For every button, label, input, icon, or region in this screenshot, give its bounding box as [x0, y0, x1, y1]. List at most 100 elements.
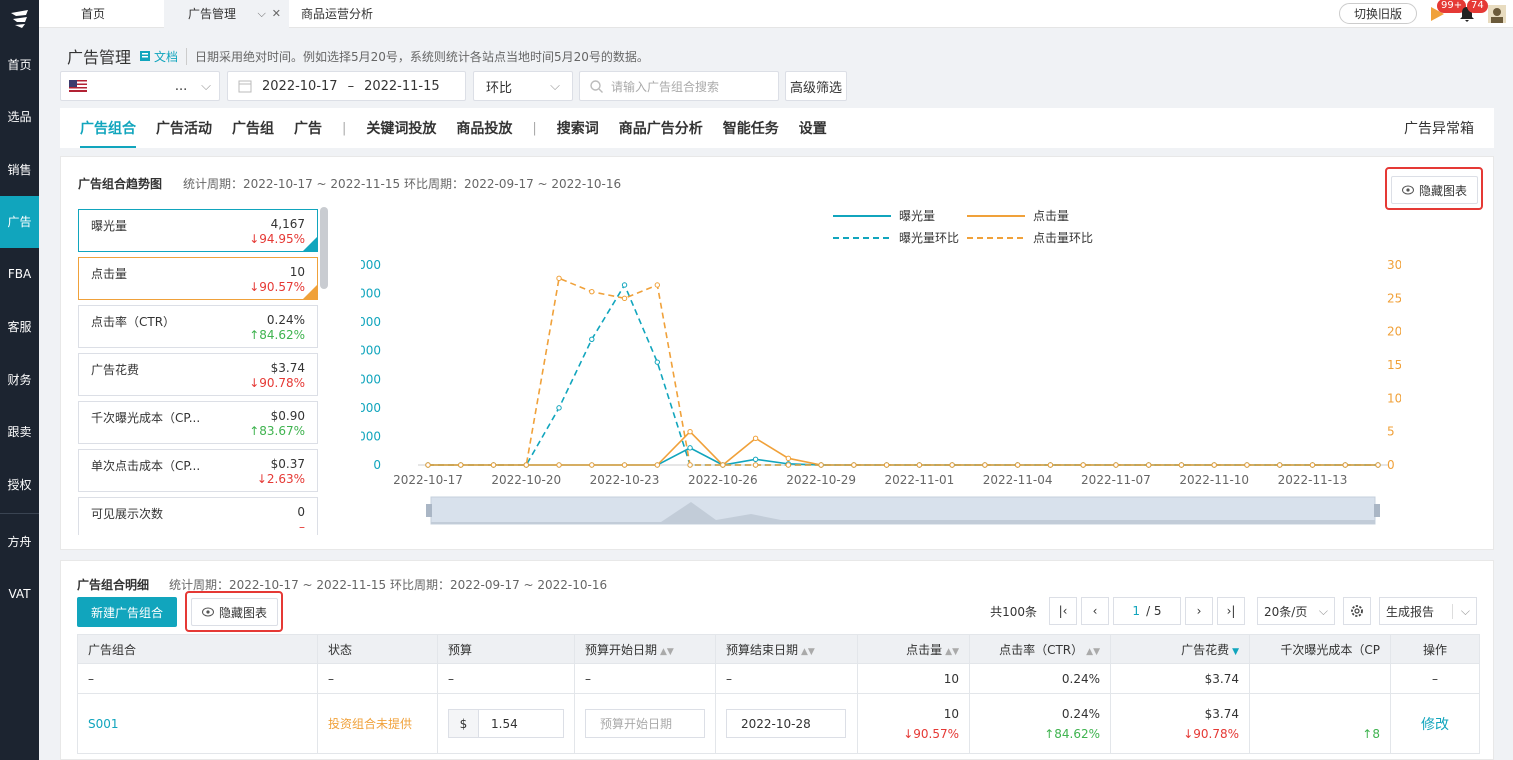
metric-card[interactable]: 广告花费 $3.74 ↓90.78%: [78, 353, 318, 396]
chevron-down-icon[interactable]: ⌵: [257, 7, 265, 21]
nav-tab-9[interactable]: 设置: [799, 108, 827, 148]
tab-ad-management[interactable]: 广告管理 ⌵ ✕: [164, 0, 289, 28]
metric-card[interactable]: 曝光量 4,167 ↓94.95%: [78, 209, 318, 252]
data-point: [851, 462, 857, 468]
metric-name: 单次点击成本（CP...: [91, 459, 201, 473]
row-cpm: [1260, 707, 1380, 721]
tab-home[interactable]: 首页: [39, 0, 164, 28]
metric-card[interactable]: 可见展示次数 0–: [78, 497, 318, 535]
sidebar-item-items-1[interactable]: 选品: [0, 91, 39, 144]
col-clicks[interactable]: 点击量 ▲▼: [857, 634, 970, 664]
metric-scrollbar[interactable]: [320, 207, 328, 289]
search-input[interactable]: 请输入广告组合搜索: [579, 71, 779, 101]
message-badge: 74: [1467, 0, 1488, 13]
date-start: 2022-10-17: [262, 78, 338, 94]
hide-chart-button[interactable]: 隐藏图表: [191, 598, 279, 626]
compare-select[interactable]: 环比 ⌵: [473, 71, 573, 101]
metric-name: 千次曝光成本（CP...: [91, 411, 201, 425]
sidebar-item-items-2[interactable]: 销售: [0, 143, 39, 196]
advanced-filter-button[interactable]: 高级筛选: [785, 71, 847, 101]
metric-value: 0.24%: [266, 313, 305, 327]
portfolio-name-link[interactable]: S001: [88, 717, 119, 731]
eye-icon: [1402, 185, 1414, 195]
chevron-down-icon: ⌵: [201, 78, 211, 94]
metric-card[interactable]: 点击率（CTR） 0.24% ↑84.62%: [78, 305, 318, 348]
sidebar-item-items-4[interactable]: FBA: [0, 248, 39, 301]
summary-cell: –: [317, 663, 438, 694]
nav-tab-3[interactable]: 广告: [294, 108, 322, 148]
close-icon[interactable]: ✕: [272, 7, 281, 21]
bell-icon[interactable]: 74: [1457, 0, 1488, 24]
trend-title: 广告组合趋势图: [78, 177, 163, 191]
summary-cell: –: [77, 663, 318, 694]
metric-name: 曝光量: [91, 219, 128, 233]
sidebar-item-items-8[interactable]: 授权: [0, 458, 39, 511]
doc-link[interactable]: 文档: [139, 48, 178, 65]
budget-start-input[interactable]: 预算开始日期: [585, 709, 705, 738]
nav-tab-8[interactable]: 智能任务: [723, 108, 779, 148]
switch-old-version-button[interactable]: 切换旧版: [1338, 3, 1417, 24]
col-spend[interactable]: 广告花费 ▼: [1110, 634, 1250, 664]
sidebar-divider: [0, 512, 39, 514]
app-logo[interactable]: [0, 0, 39, 38]
data-point: [556, 405, 562, 411]
sidebar-item-extra-1[interactable]: VAT: [0, 568, 39, 621]
y-right-tick-label: 5: [1387, 425, 1395, 439]
chevron-down-icon: ⌵: [1318, 603, 1328, 618]
avatar[interactable]: [1487, 4, 1507, 24]
date-range-picker[interactable]: 2022-10-17 – 2022-11-15: [227, 71, 466, 101]
play-icon[interactable]: 99+: [1427, 0, 1467, 24]
generate-report-button[interactable]: 生成报告 ⌵: [1379, 597, 1477, 625]
sidebar-item-extra-0[interactable]: 方舟: [0, 516, 39, 569]
data-point: [589, 462, 595, 468]
row-cpm-change: ↑8: [1362, 726, 1380, 741]
budget-end-input[interactable]: 2022-10-28: [726, 709, 846, 738]
next-page-button[interactable]: ›: [1185, 597, 1213, 625]
page-size-select[interactable]: 20条/页 ⌵: [1257, 597, 1335, 625]
first-page-button[interactable]: |‹: [1049, 597, 1077, 625]
gear-icon[interactable]: [1343, 597, 1371, 625]
store-select[interactable]: ... ⌵: [60, 71, 220, 101]
new-portfolio-button[interactable]: 新建广告组合: [77, 597, 178, 627]
nav-tab-4[interactable]: 关键词投放: [366, 108, 436, 148]
budget-input[interactable]: $ 1.54: [448, 709, 564, 738]
tab-product-analysis[interactable]: 商品运营分析: [289, 0, 385, 28]
ad-anomaly-box[interactable]: 广告异常箱: [1404, 108, 1474, 148]
y-left-tick-label: 35,000: [361, 258, 381, 272]
prev-page-button[interactable]: ‹: [1081, 597, 1109, 625]
nav-tab-6[interactable]: 搜索词: [557, 108, 599, 148]
row-clicks-change: ↓90.57%: [903, 726, 959, 741]
y-right-tick-label: 20: [1387, 325, 1401, 339]
data-point: [654, 282, 661, 288]
summary-cell: –: [437, 663, 575, 694]
col-portfolio: 广告组合: [77, 634, 318, 664]
sort-icon: ▲▼: [660, 646, 674, 657]
edit-link[interactable]: 修改: [1421, 717, 1449, 733]
data-point: [752, 462, 759, 468]
sidebar-item-items-7[interactable]: 跟卖: [0, 406, 39, 459]
sidebar-item-items-5[interactable]: 客服: [0, 301, 39, 354]
hide-chart-button[interactable]: 隐藏图表: [1391, 176, 1479, 204]
metric-change: ↑83.67%: [249, 424, 305, 438]
metric-card[interactable]: 单次点击成本（CP... $0.37 ↓2.63%: [78, 449, 318, 492]
nav-tab-2[interactable]: 广告组: [232, 108, 274, 148]
col-budget-start[interactable]: 预算开始日期 ▲▼: [574, 634, 716, 664]
metric-card[interactable]: 点击量 10 ↓90.57%: [78, 257, 318, 300]
nav-tab-1[interactable]: 广告活动: [156, 108, 212, 148]
nav-tab-7[interactable]: 商品广告分析: [619, 108, 703, 148]
nav-tab-5[interactable]: 商品投放: [456, 108, 512, 148]
summary-ctr: 0.24%: [969, 663, 1111, 694]
col-ctr[interactable]: 点击率（CTR） ▲▼: [969, 634, 1111, 664]
page-indicator[interactable]: 1 / 5: [1113, 597, 1181, 625]
col-cpm[interactable]: 千次曝光成本（CP: [1249, 634, 1391, 664]
data-point: [1080, 462, 1086, 468]
metric-card[interactable]: 千次曝光成本（CP... $0.90 ↑83.67%: [78, 401, 318, 444]
col-budget-end[interactable]: 预算结束日期 ▲▼: [715, 634, 858, 664]
sidebar-item-items-0[interactable]: 首页: [0, 38, 39, 91]
last-page-button[interactable]: ›|: [1217, 597, 1245, 625]
nav-tab-0[interactable]: 广告组合: [80, 108, 136, 148]
date-note: 日期采用绝对时间。例如选择5月20号，系统则统计各站点当地时间5月20号的数据。: [186, 47, 649, 65]
series-line-1: [428, 430, 1378, 467]
sidebar-item-items-3[interactable]: 广告: [0, 195, 39, 248]
sidebar-item-items-6[interactable]: 财务: [0, 353, 39, 406]
